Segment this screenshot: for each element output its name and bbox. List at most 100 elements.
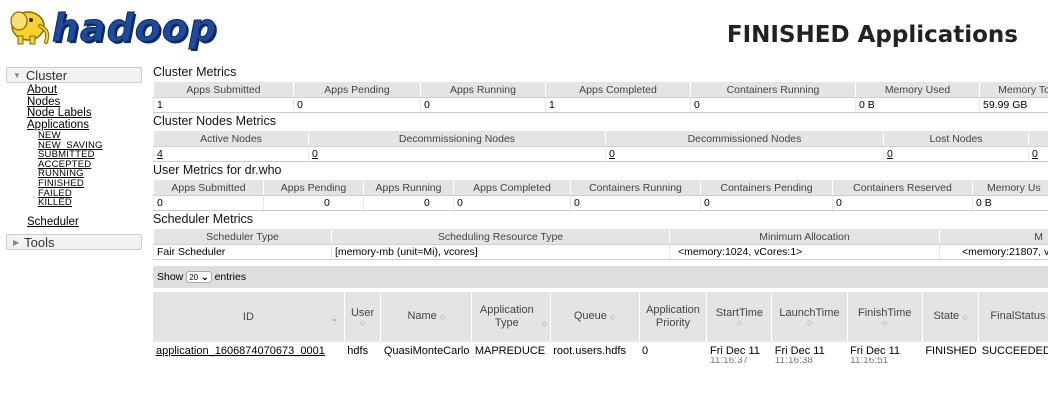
page-title: FINISHED Applications bbox=[726, 22, 1018, 48]
user-metrics-table: Apps Submitted Apps Pending Apps Running… bbox=[153, 179, 1048, 211]
tools-section-header[interactable]: ▶ Tools bbox=[6, 234, 142, 251]
metric-value: 0 B bbox=[855, 97, 980, 113]
maximum-allocation-value: <memory:21807, vC bbox=[939, 244, 1048, 260]
nav-state-killed[interactable]: KILLED bbox=[38, 198, 142, 208]
column-header: Decommissioned Nodes bbox=[605, 130, 884, 147]
header-label: Name bbox=[407, 310, 437, 322]
metric-value: 0 bbox=[570, 195, 701, 211]
triangle-right-icon: ▶ bbox=[13, 238, 20, 248]
column-header: Apps Pending bbox=[293, 81, 421, 98]
sort-icon: ◇ bbox=[882, 319, 888, 327]
start-time-overflow: 11:16:37 bbox=[709, 357, 749, 363]
sort-desc-icon: ⌄ bbox=[331, 314, 338, 323]
cluster-section-header[interactable]: ▼ Cluster bbox=[6, 67, 142, 83]
sort-icon: ◇ bbox=[609, 314, 616, 321]
hadoop-logo[interactable]: hadoop bbox=[6, 6, 217, 52]
column-header-id[interactable]: ID ⌄ bbox=[153, 292, 345, 342]
header-label: Queue bbox=[573, 310, 607, 322]
column-header: Apps Submitted bbox=[153, 81, 294, 98]
minimum-allocation-value: <memory:1024, vCores:1> bbox=[669, 244, 940, 260]
metric-value: 0 bbox=[453, 195, 571, 211]
lost-nodes-link[interactable]: 0 bbox=[887, 148, 893, 160]
tools-label: Tools bbox=[24, 235, 55, 251]
column-header-priority[interactable]: Application Priority bbox=[639, 292, 708, 342]
user-metrics-title: User Metrics for dr.who bbox=[153, 163, 282, 177]
sidebar: ▼ Cluster About Nodes Node Labels Applica… bbox=[6, 67, 142, 251]
column-header: M bbox=[939, 228, 1048, 245]
column-header-application-type[interactable]: Application Type ◇ bbox=[471, 292, 551, 342]
metric-value: 0 bbox=[832, 195, 973, 211]
header-label: StartTime bbox=[715, 306, 764, 319]
column-header: Containers Reserved bbox=[832, 179, 973, 196]
start-time-cell: Fri Dec 11 11:16:37 bbox=[707, 342, 772, 366]
column-header: Lost Nodes bbox=[883, 130, 1029, 147]
column-header: Apps Completed bbox=[453, 179, 571, 196]
column-header-final-status[interactable]: FinalStatus◇ bbox=[978, 292, 1048, 342]
application-id-link[interactable]: application_1606874070673_0001 bbox=[156, 345, 325, 357]
column-header-name[interactable]: Name ◇ bbox=[380, 292, 473, 342]
sort-icon: ◇ bbox=[962, 314, 968, 321]
chevron-down-icon: ⌄ bbox=[201, 272, 209, 282]
column-header-launch-time[interactable]: LaunchTime ◇ bbox=[771, 292, 848, 342]
nav-node-labels[interactable]: Node Labels bbox=[27, 107, 142, 120]
metric-value: 0 bbox=[153, 195, 264, 211]
column-header-user[interactable]: User ◇ bbox=[344, 292, 382, 342]
column-header-start-time[interactable]: StartTime ◇ bbox=[706, 292, 773, 342]
decommissioning-nodes-link[interactable]: 0 bbox=[312, 148, 318, 160]
active-nodes-link[interactable]: 4 bbox=[157, 148, 163, 160]
column-header-finish-time[interactable]: FinishTime ◇ bbox=[847, 292, 923, 342]
column-header: Apps Completed bbox=[545, 81, 691, 98]
column-header: Scheduler Type bbox=[153, 228, 332, 245]
page-size-select[interactable]: 20 ⌄ bbox=[186, 271, 212, 283]
scheduler-metrics-table: Scheduler Type Scheduling Resource Type … bbox=[153, 228, 1048, 260]
column-header: Containers Running bbox=[570, 179, 701, 196]
scheduler-type-value: Fair Scheduler bbox=[153, 244, 332, 260]
header-label: Application Priority bbox=[646, 304, 700, 329]
app-state-links: NEW NEW_SAVING SUBMITTED ACCEPTED RUNNIN… bbox=[27, 131, 142, 208]
column-header: Memory Us bbox=[972, 179, 1048, 196]
metric-value: 59.99 GB bbox=[979, 97, 1048, 113]
nav-scheduler[interactable]: Scheduler bbox=[27, 216, 142, 229]
state-cell: FINISHED bbox=[925, 345, 977, 357]
entries-label: entries bbox=[214, 271, 247, 283]
column-header-state[interactable]: State ◇ bbox=[922, 292, 980, 342]
column-header: Apps Submitted bbox=[153, 179, 264, 196]
header: hadoop FINISHED Applications bbox=[0, 0, 1048, 60]
column-header: Apps Pending bbox=[263, 179, 364, 196]
header-label: LaunchTime bbox=[779, 306, 840, 319]
user-cell: hdfs bbox=[347, 345, 369, 357]
column-header: Active Nodes bbox=[153, 130, 309, 147]
show-label: Show bbox=[157, 271, 184, 283]
header-label: Application Type bbox=[479, 304, 534, 329]
queue-cell: root.users.hdfs bbox=[553, 345, 626, 357]
metric-value: 0 bbox=[263, 195, 364, 211]
column-header-queue[interactable]: Queue ◇ bbox=[550, 292, 640, 342]
start-time-text: Fri Dec 11 bbox=[709, 345, 760, 357]
cluster-links: About Nodes Node Labels Applications NEW… bbox=[6, 83, 142, 234]
header-label: State bbox=[933, 310, 960, 322]
sort-icon: ◇ bbox=[541, 321, 548, 328]
sort-icon: ◇ bbox=[439, 314, 446, 321]
header-label: FinalStatus bbox=[990, 310, 1046, 322]
final-status-cell: SUCCEEDED bbox=[981, 345, 1048, 357]
header-label: User bbox=[350, 306, 375, 319]
cluster-metrics-title: Cluster Metrics bbox=[153, 65, 237, 79]
page-size-value: 20 bbox=[189, 273, 199, 282]
sort-icon: ◇ bbox=[736, 319, 743, 327]
logo-text: hadoop bbox=[51, 6, 218, 51]
metric-value: 1 bbox=[153, 97, 294, 113]
launch-time-overflow: 11:16:38 bbox=[774, 357, 813, 363]
table-row: application_1606874070673_0001 hdfs Quas… bbox=[153, 342, 1048, 366]
applications-table: ID ⌄ User ◇ Name ◇ Application Type ◇ Queue… bbox=[153, 292, 1048, 366]
column-header bbox=[1028, 130, 1048, 147]
priority-cell: 0 bbox=[642, 345, 649, 357]
metric-value: 0 B bbox=[972, 195, 1048, 211]
unhealthy-nodes-link[interactable]: 0 bbox=[1032, 148, 1038, 160]
triangle-down-icon: ▼ bbox=[13, 71, 21, 80]
nav-about[interactable]: About bbox=[27, 84, 142, 97]
decommissioned-nodes-link[interactable]: 0 bbox=[609, 148, 615, 160]
elephant-icon bbox=[10, 11, 50, 45]
metric-value: 0 bbox=[293, 97, 421, 113]
cluster-label: Cluster bbox=[25, 68, 68, 83]
column-header: Scheduling Resource Type bbox=[331, 228, 670, 245]
